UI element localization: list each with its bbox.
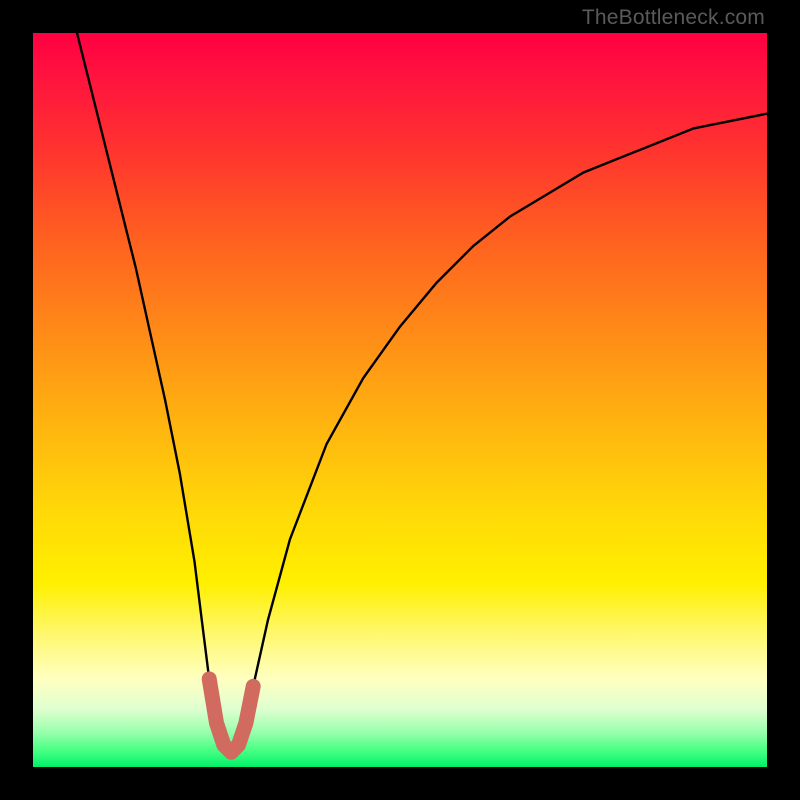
curve-layer [33,33,767,767]
watermark-text: TheBottleneck.com [582,6,765,30]
chart-frame: TheBottleneck.com [0,0,800,800]
bottleneck-curve [77,33,767,752]
plot-area [33,33,767,767]
minimum-highlight [209,679,253,752]
